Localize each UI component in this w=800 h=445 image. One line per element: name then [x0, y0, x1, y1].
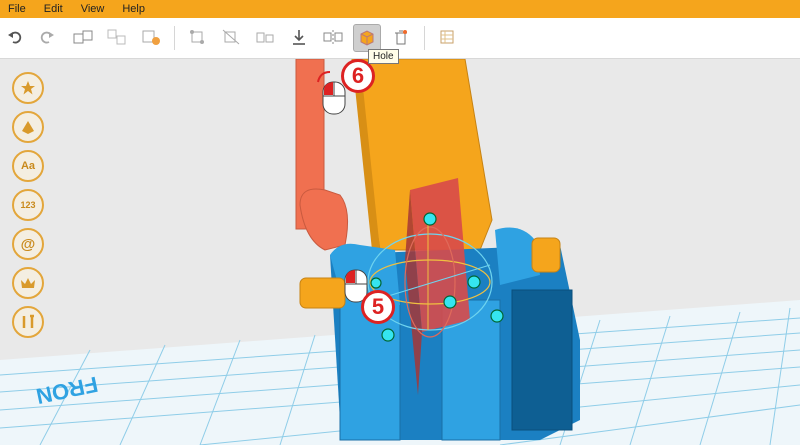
menu-file[interactable]: File	[0, 3, 35, 15]
ungroup-icon[interactable]	[104, 24, 130, 50]
step-marker-5: 5	[361, 290, 395, 324]
drop-icon[interactable]	[286, 24, 312, 50]
table-icon[interactable]	[434, 24, 460, 50]
delete-icon[interactable]	[388, 24, 414, 50]
toolbar	[0, 18, 800, 59]
crown-icon[interactable]	[12, 267, 44, 299]
menu-edit[interactable]: Edit	[35, 3, 72, 15]
add-box-icon[interactable]	[138, 24, 164, 50]
text-icon[interactable]: Aa	[12, 150, 44, 182]
star-icon[interactable]	[12, 72, 44, 104]
group-icon[interactable]	[70, 24, 96, 50]
menu-help[interactable]: Help	[113, 3, 154, 15]
shape-sidebar: Aa 123 @	[12, 72, 44, 345]
align-icon[interactable]	[252, 24, 278, 50]
undo-icon[interactable]	[2, 24, 28, 50]
symbol-icon[interactable]: @	[12, 228, 44, 260]
toolbar-separator	[174, 26, 175, 50]
tools-icon[interactable]	[12, 306, 44, 338]
hole-icon[interactable]	[353, 24, 381, 52]
move-icon[interactable]	[184, 24, 210, 50]
mirror-icon[interactable]	[320, 24, 346, 50]
hole-tooltip: Hole	[368, 49, 399, 64]
toolbar-separator	[424, 26, 425, 50]
numbers-icon[interactable]: 123	[12, 189, 44, 221]
menu-view[interactable]: View	[72, 3, 114, 15]
step-marker-6: 6	[341, 59, 375, 93]
menu-bar: File Edit View Help	[0, 0, 800, 18]
scale-icon[interactable]	[218, 24, 244, 50]
shape-icon[interactable]	[12, 111, 44, 143]
3d-viewport[interactable]: FRON	[0, 59, 800, 445]
redo-icon[interactable]	[34, 24, 60, 50]
